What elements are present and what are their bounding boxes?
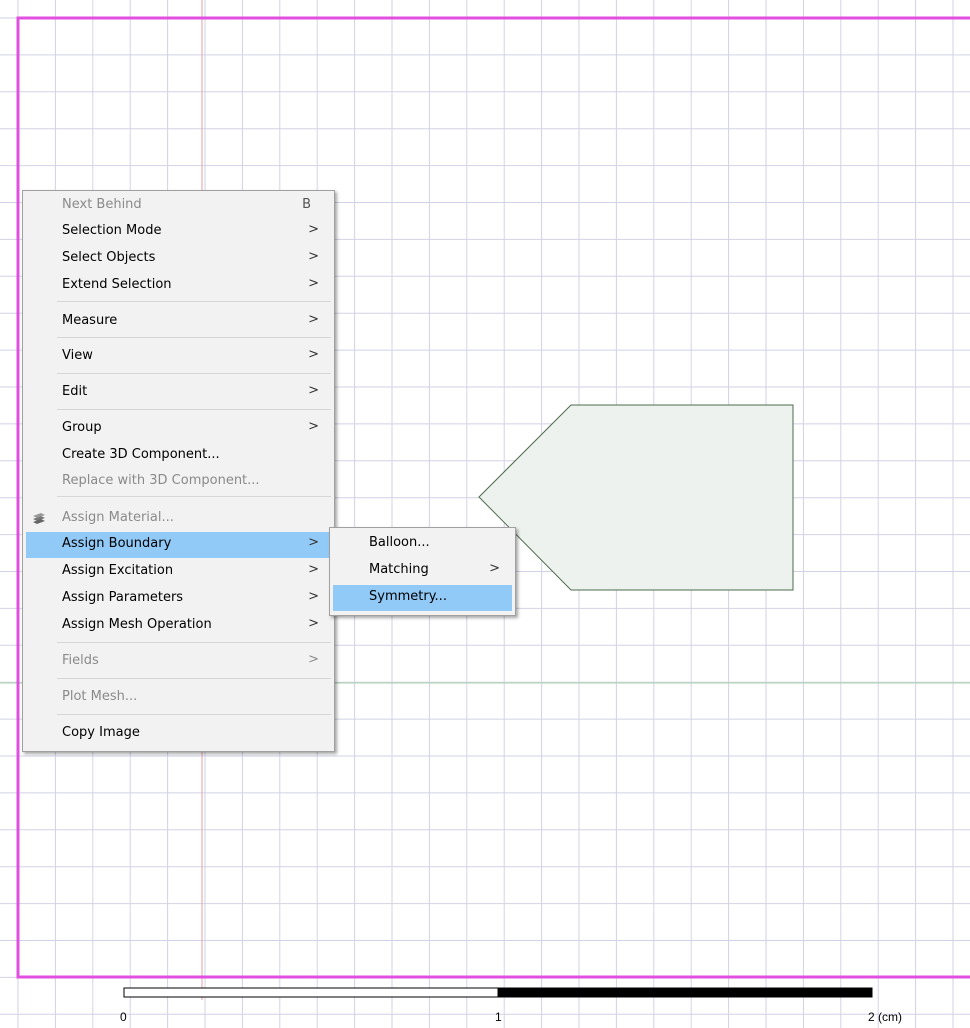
- menu-separator: [57, 496, 331, 497]
- menu-item-next-behind[interactable]: Next Behind B: [26, 193, 331, 219]
- menu-item-plot-mesh[interactable]: Plot Mesh...: [26, 685, 331, 711]
- menu-separator: [57, 337, 331, 338]
- menu-item-label: Next Behind: [62, 197, 142, 212]
- menu-separator: [57, 301, 331, 302]
- assign-boundary-submenu: Balloon... Matching > Symmetry...: [329, 527, 516, 616]
- menu-separator: [57, 714, 331, 715]
- menu-item-edit[interactable]: Edit >: [26, 380, 331, 406]
- submenu-item-matching[interactable]: Matching >: [333, 558, 512, 584]
- menu-item-replace-with-3d-component[interactable]: Replace with 3D Component...: [26, 469, 331, 495]
- menu-item-group[interactable]: Group >: [26, 416, 331, 442]
- menu-item-label: Assign Material...: [62, 510, 174, 525]
- chevron-right-icon: >: [308, 347, 319, 362]
- submenu-item-symmetry[interactable]: Symmetry...: [333, 585, 512, 611]
- menu-item-label: Copy Image: [62, 725, 140, 740]
- chevron-right-icon: >: [489, 561, 500, 576]
- menu-item-label: Fields: [62, 653, 99, 668]
- menu-item-label: Select Objects: [62, 250, 156, 265]
- menu-item-label: Assign Parameters: [62, 590, 184, 605]
- menu-item-label: Extend Selection: [62, 277, 172, 292]
- menu-item-assign-parameters[interactable]: Assign Parameters >: [26, 586, 331, 612]
- chevron-right-icon: >: [308, 535, 319, 550]
- menu-item-label: Group: [62, 420, 102, 435]
- menu-item-create-3d-component[interactable]: Create 3D Component...: [26, 443, 331, 469]
- menu-item-label: Assign Boundary: [62, 536, 172, 551]
- menu-item-measure[interactable]: Measure >: [26, 309, 331, 335]
- menu-item-assign-excitation[interactable]: Assign Excitation >: [26, 559, 331, 585]
- menu-item-label: Assign Excitation: [62, 563, 174, 578]
- chevron-right-icon: >: [308, 616, 319, 631]
- chevron-right-icon: >: [308, 562, 319, 577]
- menu-separator: [57, 409, 331, 410]
- chevron-right-icon: >: [308, 652, 319, 667]
- menu-item-assign-material[interactable]: Assign Material...: [26, 506, 331, 532]
- scale-bar-black: [497, 987, 873, 998]
- scale-label-0: 0: [120, 1010, 127, 1024]
- menu-item-label: View: [62, 348, 93, 363]
- menu-item-selection-mode[interactable]: Selection Mode >: [26, 219, 331, 245]
- chevron-right-icon: >: [308, 419, 319, 434]
- geometry-shape[interactable]: [478, 404, 794, 591]
- chevron-right-icon: >: [308, 589, 319, 604]
- shortcut-key: B: [302, 197, 311, 212]
- menu-item-assign-mesh-operation[interactable]: Assign Mesh Operation >: [26, 613, 331, 639]
- menu-item-view[interactable]: View >: [26, 344, 331, 370]
- menu-item-label: Create 3D Component...: [62, 447, 220, 462]
- menu-item-extend-selection[interactable]: Extend Selection >: [26, 273, 331, 299]
- submenu-item-label: Symmetry...: [369, 589, 447, 604]
- menu-item-label: Assign Mesh Operation: [62, 617, 212, 632]
- menu-item-fields[interactable]: Fields >: [26, 649, 331, 675]
- scale-bar-white: [123, 987, 499, 998]
- scale-bar: [123, 987, 873, 998]
- menu-separator: [57, 678, 331, 679]
- menu-item-label: Edit: [62, 384, 88, 399]
- material-icon: [31, 510, 47, 526]
- menu-item-label: Measure: [62, 313, 118, 328]
- menu-item-label: Selection Mode: [62, 223, 162, 238]
- chevron-right-icon: >: [308, 222, 319, 237]
- chevron-right-icon: >: [308, 383, 319, 398]
- chevron-right-icon: >: [308, 249, 319, 264]
- context-menu: Next Behind B Selection Mode > Select Object…: [22, 190, 335, 752]
- scale-label-1: 1: [495, 1010, 502, 1024]
- menu-item-copy-image[interactable]: Copy Image: [26, 721, 331, 747]
- menu-item-select-objects[interactable]: Select Objects >: [26, 246, 331, 272]
- menu-item-assign-boundary[interactable]: Assign Boundary >: [26, 532, 331, 558]
- submenu-item-label: Matching: [369, 562, 429, 577]
- submenu-item-label: Balloon...: [369, 535, 430, 550]
- menu-item-label: Plot Mesh...: [62, 689, 138, 704]
- menu-separator: [57, 642, 331, 643]
- chevron-right-icon: >: [308, 312, 319, 327]
- chevron-right-icon: >: [308, 276, 319, 291]
- submenu-item-balloon[interactable]: Balloon...: [333, 531, 512, 557]
- menu-item-label: Replace with 3D Component...: [62, 473, 260, 488]
- menu-separator: [57, 373, 331, 374]
- scale-label-2-cm: 2 (cm): [868, 1010, 902, 1024]
